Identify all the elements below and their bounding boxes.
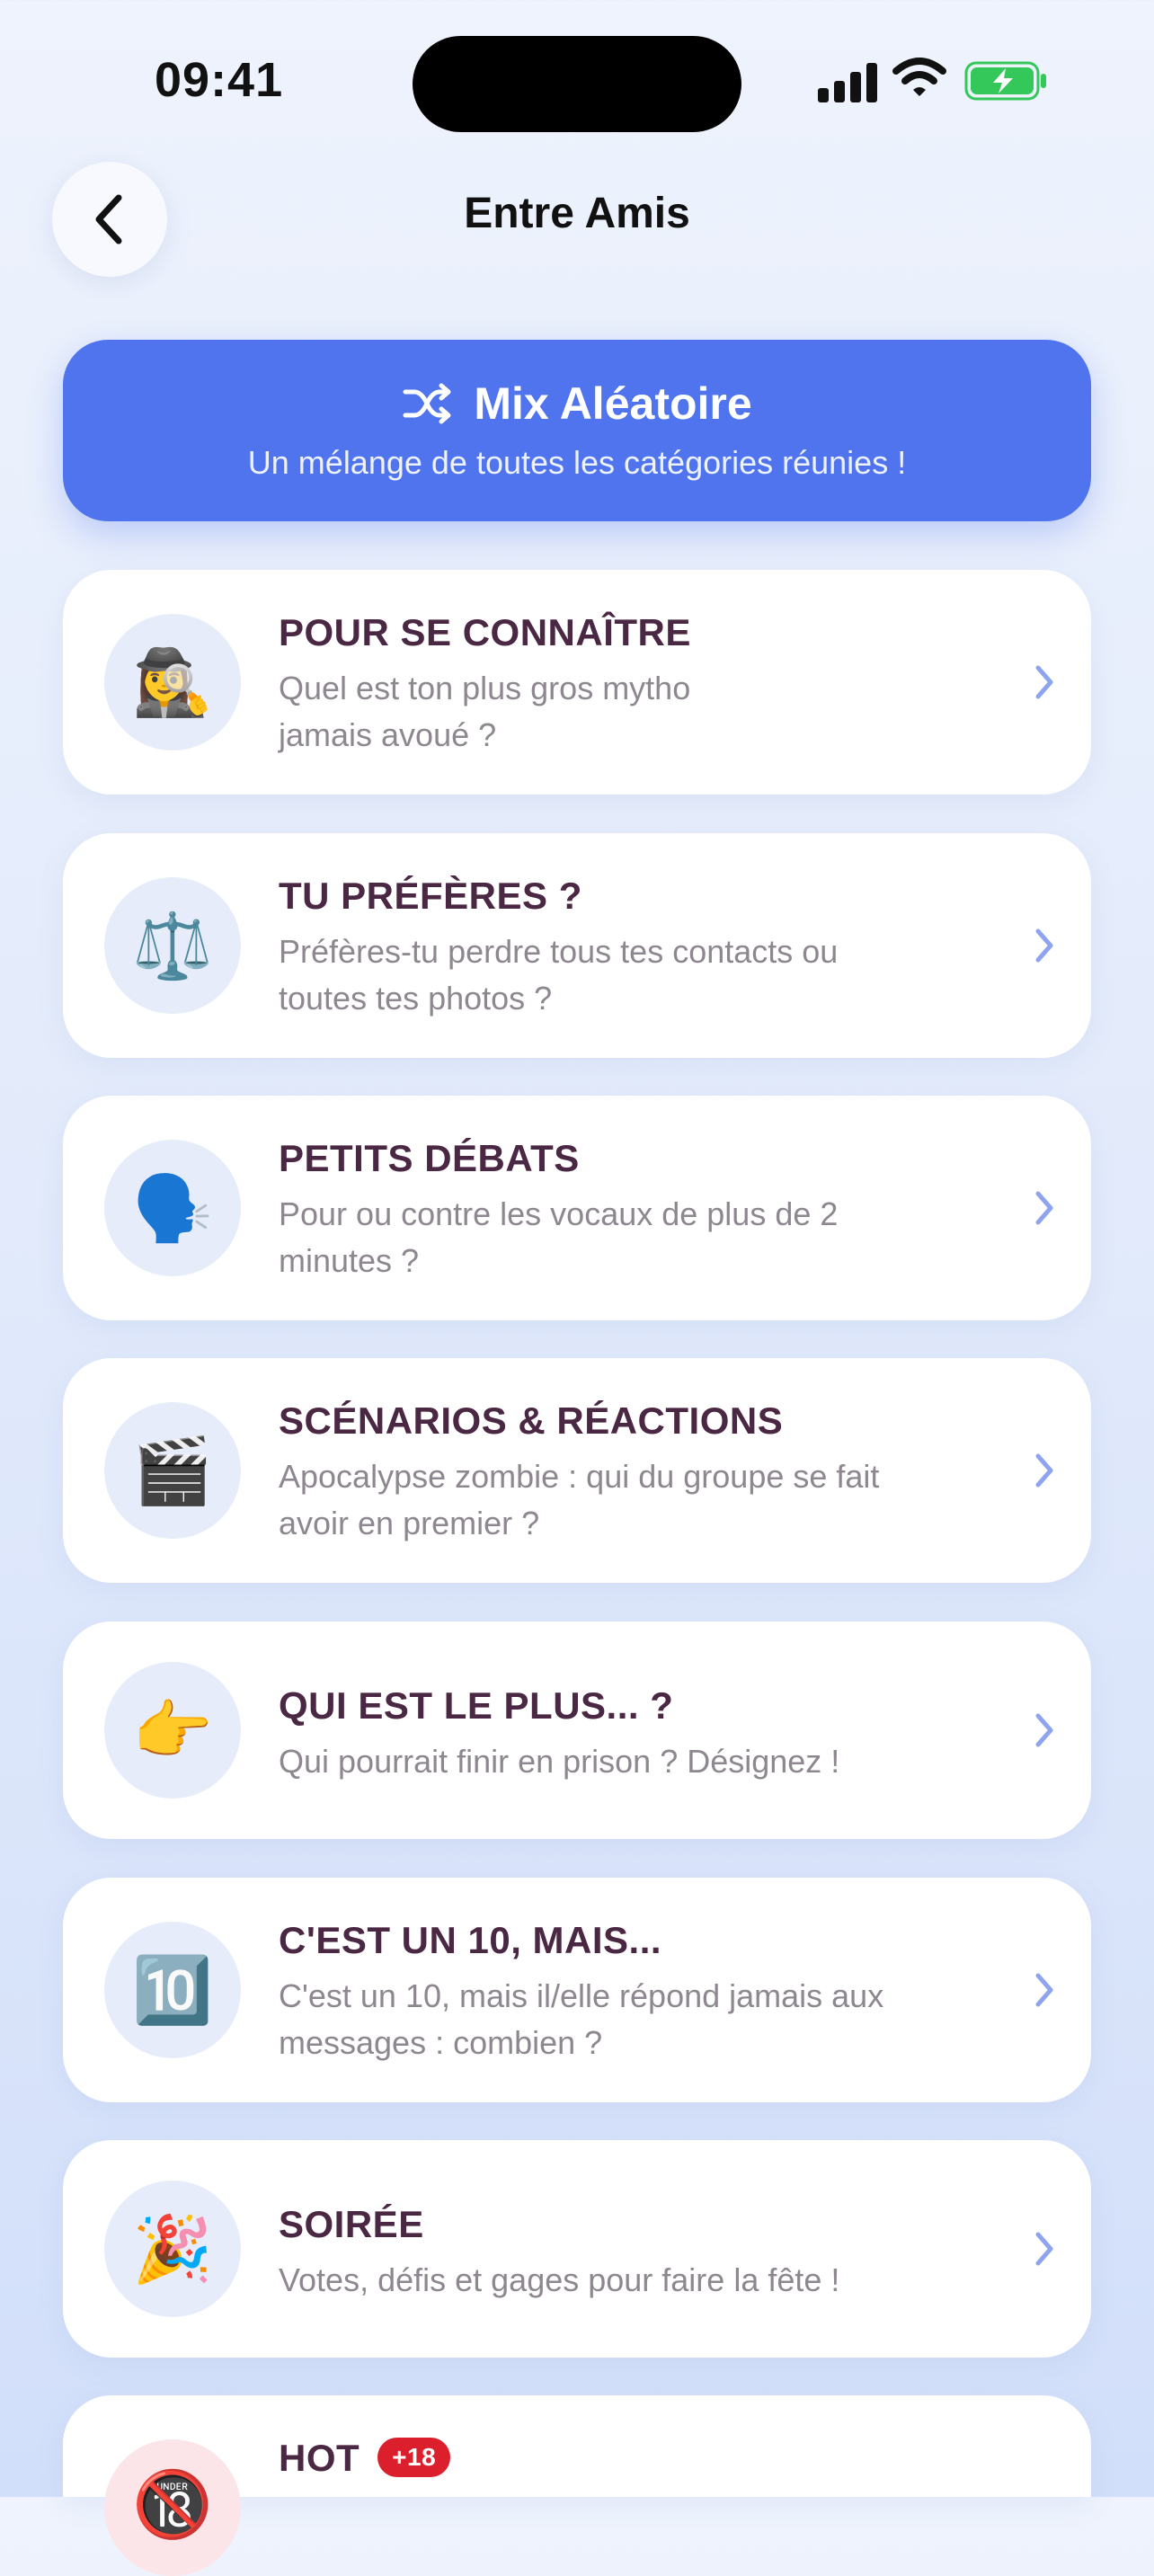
pointing-hand-emoji-icon: 👉 [104, 1662, 241, 1799]
battery-charging-icon [964, 61, 1046, 101]
chevron-right-icon [1035, 665, 1053, 699]
mix-subtitle: Un mélange de toutes les catégories réun… [247, 444, 907, 481]
chevron-right-icon [1035, 2232, 1053, 2266]
category-card-cest-un-10-mais[interactable]: 🔟 C'EST UN 10, MAIS... C'est un 10, mais… [63, 1878, 1091, 2102]
chevron-right-icon [1035, 1191, 1053, 1225]
category-description: Préfères-tu perdre tous tes contacts ou … [279, 933, 839, 1017]
category-description: Quel est ton plus gros mytho jamais avou… [279, 670, 691, 753]
detective-emoji-icon: 🕵️‍♀️ [104, 614, 241, 751]
category-description: Qui pourrait finir en prison ? Désignez … [279, 1743, 840, 1780]
status-time: 09:41 [155, 53, 284, 107]
shuffle-icon [403, 383, 451, 424]
category-title: HOT +18 [279, 2437, 451, 2481]
category-card-scenarios-reactions[interactable]: 🎬 SCÉNARIOS & RÉACTIONS Apocalypse zombi… [63, 1358, 1091, 1583]
page-title: Entre Amis [464, 190, 690, 237]
no-under-18-emoji-icon: 🔞 [104, 2439, 241, 2576]
category-title: POUR SE CONNAÎTRE [279, 611, 691, 653]
category-description: Apocalypse zombie : qui du groupe se fai… [279, 1458, 880, 1541]
status-bar: 09:41 [0, 0, 1154, 135]
category-card-tu-preferes[interactable]: ⚖️ TU PRÉFÈRES ? Préfères-tu perdre tous… [63, 833, 1091, 1058]
category-description: C'est un 10, mais il/elle répond jamais … [279, 1977, 884, 2061]
category-title: QUI EST LE PLUS... ? [279, 1684, 674, 1727]
category-title-text: HOT [279, 2437, 360, 2479]
mix-title: Mix Aléatoire [474, 378, 752, 429]
cellular-signal-icon [818, 63, 877, 102]
chevron-right-icon [1035, 1713, 1053, 1747]
category-card-petits-debats[interactable]: 🗣️ PETITS DÉBATS Pour ou contre les voca… [63, 1096, 1091, 1320]
speaking-head-emoji-icon: 🗣️ [104, 1140, 241, 1276]
category-card-pour-se-connaitre[interactable]: 🕵️‍♀️ POUR SE CONNAÎTRE Quel est ton plu… [63, 570, 1091, 795]
mix-aleatoire-button[interactable]: Mix Aléatoire Un mélange de toutes les c… [63, 340, 1091, 521]
category-description: Votes, défis et gages pour faire la fête… [279, 2261, 840, 2298]
chevron-right-icon [1035, 928, 1053, 963]
keycap-ten-emoji-icon: 🔟 [104, 1922, 241, 2058]
adult-badge: +18 [377, 2437, 451, 2477]
dynamic-island [413, 36, 741, 132]
chevron-right-icon [1035, 1973, 1053, 2007]
category-title: SCÉNARIOS & RÉACTIONS [279, 1399, 784, 1442]
category-title: PETITS DÉBATS [279, 1137, 580, 1179]
chevron-right-icon [1035, 1453, 1053, 1488]
category-description: Pour ou contre les vocaux de plus de 2 m… [279, 1195, 839, 1279]
wifi-icon [892, 58, 946, 96]
category-card-hot[interactable]: 🔞 HOT +18 [63, 2395, 1091, 2576]
category-title: C'EST UN 10, MAIS... [279, 1919, 662, 1961]
party-popper-emoji-icon: 🎉 [104, 2181, 241, 2317]
category-card-qui-est-le-plus[interactable]: 👉 QUI EST LE PLUS... ? Qui pourrait fini… [63, 1621, 1091, 1839]
category-title: TU PRÉFÈRES ? [279, 875, 582, 917]
category-title: SOIRÉE [279, 2203, 424, 2245]
category-card-soiree[interactable]: 🎉 SOIRÉE Votes, défis et gages pour fair… [63, 2140, 1091, 2358]
balance-scale-emoji-icon: ⚖️ [104, 877, 241, 1014]
clapper-board-emoji-icon: 🎬 [104, 1402, 241, 1539]
